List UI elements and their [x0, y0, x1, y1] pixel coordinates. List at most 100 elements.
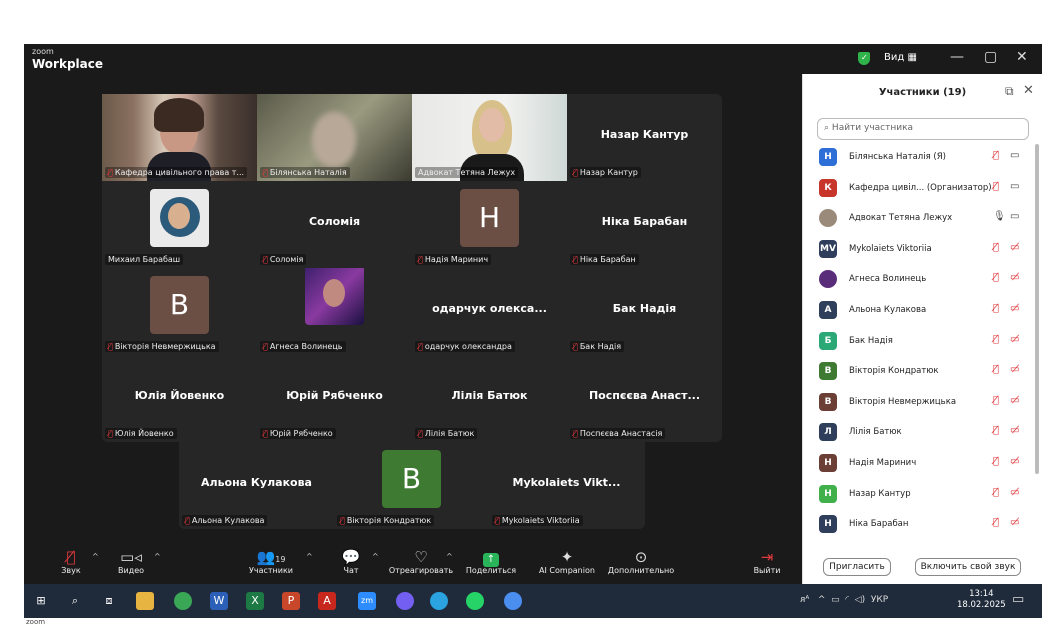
participant-tile[interactable]: Михаил Барабаш [102, 181, 257, 268]
mic-off-icon[interactable]: 🎙̸ [993, 272, 999, 283]
participant-tile[interactable]: одарчук олекса... 🎙̸ одарчук олександра [412, 268, 567, 355]
excel-icon[interactable]: X [246, 592, 264, 610]
telegram-icon[interactable] [430, 592, 448, 610]
participants-button[interactable]: 👥19 Участники ^ [236, 548, 313, 575]
participant-row[interactable]: Адвокат Тетяна Лежух 🎙 ▭ [819, 205, 1035, 229]
participant-row[interactable]: Л Лілія Батюк 🎙̸ ▭̸ [819, 419, 1035, 443]
clock[interactable]: 13:14 18.02.2025 [957, 589, 1006, 611]
participant-tile[interactable]: 🎙̸ Білянська Наталія [257, 94, 412, 181]
mic-off-icon[interactable]: 🎙̸ [993, 364, 999, 375]
chevron-up-icon[interactable]: ^ [372, 552, 379, 561]
mic-off-icon[interactable]: 🎙̸ [993, 487, 999, 498]
search-icon[interactable]: ⌕ [66, 592, 84, 610]
mic-off-icon[interactable]: 🎙̸ [993, 395, 999, 406]
file-explorer-icon[interactable] [136, 592, 154, 610]
system-tray[interactable]: ᴙᴬ ^ ▭ ◜ ◁) УКР [800, 595, 888, 605]
task-view-icon[interactable]: ⧈ [100, 592, 118, 610]
camera-icon[interactable]: ▭ [1010, 181, 1019, 192]
camera-off-icon[interactable]: ▭̸ [1010, 395, 1019, 406]
participant-row[interactable]: Н Назар Кантур 🎙̸ ▭̸ [819, 481, 1035, 505]
windows-start-icon[interactable]: ⊞ [32, 592, 50, 610]
participant-tile[interactable]: Mykolaiets Vikt... 🎙̸ Mykolaiets Viktoriia [489, 442, 644, 529]
mic-icon[interactable]: 🎙 [993, 211, 1006, 222]
participant-tile[interactable]: Бак Надія 🎙̸ Бак Надія [567, 268, 722, 355]
chat-button[interactable]: 💬 Чат ^ [316, 548, 386, 575]
chrome-icon[interactable] [174, 592, 192, 610]
participant-tile[interactable]: Юрій Рябченко 🎙̸ Юрій Рябченко [257, 355, 412, 442]
more-button[interactable]: ⊙ Дополнительно [606, 548, 676, 575]
mic-off-icon[interactable]: 🎙̸ [993, 425, 999, 436]
popout-icon[interactable]: ⧉ [1005, 84, 1014, 99]
participant-tile[interactable]: Юлія Йовенко 🎙̸ Юлія Йовенко [102, 355, 257, 442]
mic-off-icon[interactable]: 🎙̸ [993, 517, 999, 528]
camera-off-icon[interactable]: ▭̸ [1010, 242, 1019, 253]
scrollbar[interactable] [1035, 144, 1039, 474]
participant-tile[interactable]: Поспєєва Анаст... 🎙̸ Поспєєва Анастасія [567, 355, 722, 442]
participant-tile[interactable]: В 🎙̸ Вікторія Кондратюк [334, 442, 489, 529]
viber-icon[interactable] [396, 592, 414, 610]
maximize-icon[interactable]: ▢ [984, 49, 997, 65]
participant-tile[interactable]: 🎙̸ Агнеса Волинець [257, 268, 412, 355]
share-button[interactable]: ↑ Поделиться [456, 548, 526, 575]
participant-row[interactable]: Б Бак Надія 🎙̸ ▭̸ [819, 328, 1035, 352]
mic-off-icon[interactable]: 🎙̸ [993, 150, 999, 161]
participant-tile[interactable]: В 🎙̸ Вікторія Невмержицька [102, 268, 257, 355]
mic-off-icon[interactable]: 🎙̸ [993, 334, 999, 345]
whatsapp-icon[interactable] [466, 592, 484, 610]
chevron-up-icon[interactable]: ^ [154, 552, 161, 561]
camera-off-icon[interactable]: ▭̸ [1010, 456, 1019, 467]
participant-row[interactable]: А Альона Кулакова 🎙̸ ▭̸ [819, 297, 1035, 321]
camera-off-icon[interactable]: ▭̸ [1010, 425, 1019, 436]
participant-tile[interactable]: Адвокат Тетяна Лежух [412, 94, 567, 181]
camera-off-icon[interactable]: ▭̸ [1010, 487, 1019, 498]
camera-icon[interactable]: ▭ [1010, 150, 1019, 161]
participant-tile[interactable]: Альона Кулакова 🎙̸ Альона Кулакова [179, 442, 334, 529]
share-icon: ↑ [456, 548, 526, 567]
camera-off-icon[interactable]: ▭̸ [1010, 303, 1019, 314]
participant-tile[interactable]: 🎙̸ Кафедра цивільного права т... [102, 94, 257, 181]
mic-off-icon[interactable]: 🎙̸ [993, 181, 999, 192]
chevron-up-icon[interactable]: ^ [306, 552, 313, 561]
participant-tile[interactable]: Ніка Барабан 🎙̸ Ніка Барабан [567, 181, 722, 268]
camera-off-icon[interactable]: ▭̸ [1010, 517, 1019, 528]
participant-row[interactable]: В Вікторія Невмержицька 🎙̸ ▭̸ [819, 389, 1035, 413]
participant-row[interactable]: Н Ніка Барабан 🎙̸ ▭̸ [819, 511, 1035, 535]
notifications-icon[interactable]: ▭ [1012, 592, 1024, 607]
invite-button[interactable]: Пригласить [823, 558, 891, 576]
participant-search-input[interactable]: ⌕ Найти участника [817, 118, 1029, 140]
participant-tile[interactable]: Лілія Батюк 🎙̸ Лілія Батюк [412, 355, 567, 442]
chrome-profile-icon[interactable] [504, 592, 522, 610]
close-icon[interactable]: ✕ [1016, 49, 1028, 65]
powerpoint-icon[interactable]: P [282, 592, 300, 610]
camera-off-icon[interactable]: ▭̸ [1010, 334, 1019, 345]
participant-name-label: 🎙̸ Білянська Наталія [260, 167, 350, 178]
close-panel-icon[interactable]: ✕ [1023, 83, 1034, 98]
participant-row[interactable]: Н Білянська Наталія (Я) 🎙̸ ▭ [819, 144, 1035, 168]
security-shield-icon[interactable]: ✓ [858, 52, 870, 65]
mic-off-icon[interactable]: 🎙̸ [993, 303, 999, 314]
camera-icon[interactable]: ▭ [1010, 211, 1019, 222]
mic-off-icon[interactable]: 🎙̸ [993, 242, 999, 253]
participant-tile[interactable]: Н 🎙̸ Надія Маринич [412, 181, 567, 268]
word-icon[interactable]: W [210, 592, 228, 610]
camera-off-icon[interactable]: ▭̸ [1010, 272, 1019, 283]
view-button[interactable]: Вид ▦ [884, 52, 917, 63]
camera-off-icon[interactable]: ▭̸ [1010, 364, 1019, 375]
participant-tile[interactable]: Соломія 🎙̸ Соломія [257, 181, 412, 268]
mic-off-icon[interactable]: 🎙̸ [993, 456, 999, 467]
participant-row[interactable]: Агнеса Волинець 🎙̸ ▭̸ [819, 266, 1035, 290]
participant-row[interactable]: Н Надія Маринич 🎙̸ ▭̸ [819, 450, 1035, 474]
ai-companion-button[interactable]: ✦ AI Companion [532, 548, 602, 575]
participant-row[interactable]: К Кафедра цивіл... (Организатор) 🎙̸ ▭ [819, 175, 1035, 199]
unmute-button[interactable]: Включить свой звук [915, 558, 1021, 576]
participant-row[interactable]: В Вікторія Кондратюк 🎙̸ ▭̸ [819, 358, 1035, 382]
chevron-up-icon[interactable]: ^ [446, 552, 453, 561]
participant-row[interactable]: MV Mykolaiets Viktoriia 🎙̸ ▭̸ [819, 236, 1035, 260]
pdf-icon[interactable]: A [318, 592, 336, 610]
minimize-icon[interactable]: — [950, 49, 964, 65]
participant-tile[interactable]: Назар Кантур 🎙̸ Назар Кантур [567, 94, 722, 181]
zoom-app-icon[interactable]: zm [358, 592, 376, 610]
video-button[interactable]: ▭◃ Видео ^ [96, 548, 166, 575]
leave-button[interactable]: ⇥ Выйти [732, 548, 802, 575]
react-button[interactable]: ♡ Отреагировать ^ [386, 548, 456, 575]
